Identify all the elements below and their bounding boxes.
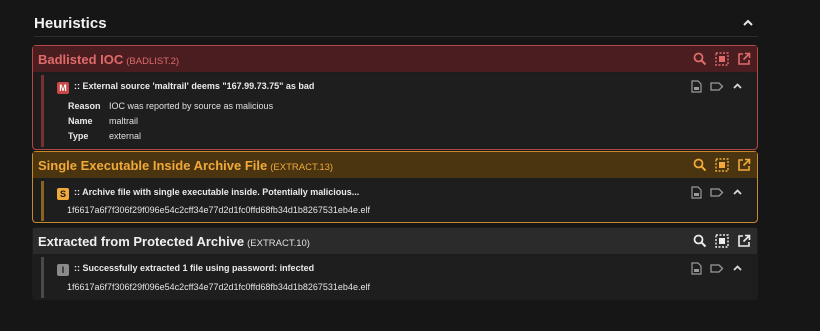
file-icon[interactable] xyxy=(691,262,702,275)
result-text: :: External source 'maltrail' deems "167… xyxy=(74,81,315,91)
chevron-up-icon[interactable] xyxy=(732,186,743,199)
result-line: I:: Successfully extracted 1 file using … xyxy=(57,263,314,276)
open-external-icon[interactable] xyxy=(737,52,751,66)
chevron-up-icon[interactable] xyxy=(732,80,743,93)
select-all-icon[interactable] xyxy=(715,234,729,248)
severity-badge: I xyxy=(57,264,69,276)
section-code: (EXTRACT.13) xyxy=(270,162,334,173)
result-line: S:: Archive file with single executable … xyxy=(57,187,359,200)
result-icons xyxy=(691,186,743,199)
result-stripe xyxy=(41,181,44,221)
field-name: Name maltrail xyxy=(68,116,139,126)
file-icon[interactable] xyxy=(691,80,702,93)
tag-icon[interactable] xyxy=(710,186,724,199)
section-tools xyxy=(693,158,751,173)
result-stripe xyxy=(41,257,44,298)
select-all-icon[interactable] xyxy=(715,158,729,172)
tag-icon[interactable] xyxy=(710,80,724,93)
result-icons xyxy=(691,80,743,93)
heuristics-title: Heuristics xyxy=(34,15,107,32)
chevron-up-icon[interactable] xyxy=(741,16,755,30)
result-item: M:: External source 'maltrail' deems "16… xyxy=(41,75,751,147)
search-icon[interactable] xyxy=(693,158,707,172)
result-icons xyxy=(691,262,743,275)
heuristic-section-protected-archive: Extracted from Protected Archive (EXTRACT… xyxy=(32,227,758,300)
result-item: I:: Successfully extracted 1 file using … xyxy=(41,257,751,298)
section-bar[interactable]: Single Executable Inside Archive File (EX… xyxy=(33,152,757,178)
result-line: M:: External source 'maltrail' deems "16… xyxy=(57,81,314,94)
severity-badge: S xyxy=(57,188,69,200)
search-icon[interactable] xyxy=(693,234,707,248)
section-title: Badlisted IOC (BADLIST.2) xyxy=(38,52,180,67)
heuristics-header: Heuristics xyxy=(34,14,758,37)
result-item: S:: Archive file with single executable … xyxy=(41,181,751,221)
section-tools xyxy=(693,52,751,67)
section-bar[interactable]: Extracted from Protected Archive (EXTRACT… xyxy=(33,228,757,254)
heuristics-panel: Heuristics Badlisted IOC (BADLIST.2) M:: … xyxy=(27,0,765,331)
heuristic-section-badlist: Badlisted IOC (BADLIST.2) M:: External so… xyxy=(32,45,758,150)
section-title: Single Executable Inside Archive File (EX… xyxy=(38,158,334,173)
field-reason: Reason IOC was reported by source as mali… xyxy=(68,101,274,111)
severity-badge: M xyxy=(57,82,69,94)
result-text: :: Archive file with single executable i… xyxy=(74,187,360,197)
section-tools xyxy=(693,234,751,249)
result-stripe xyxy=(41,75,44,147)
section-title: Extracted from Protected Archive (EXTRACT… xyxy=(38,234,310,249)
tag-icon[interactable] xyxy=(710,262,724,275)
file-hash-link[interactable]: 1f6617a6f7f306f29f096e54c2cff34e77d2d1fc… xyxy=(67,205,370,215)
select-all-icon[interactable] xyxy=(715,52,729,66)
chevron-up-icon[interactable] xyxy=(732,262,743,275)
field-type: Type external xyxy=(68,131,142,141)
open-external-icon[interactable] xyxy=(737,234,751,248)
section-code: (BADLIST.2) xyxy=(126,56,180,67)
search-icon[interactable] xyxy=(693,52,707,66)
heuristic-section-single-executable: Single Executable Inside Archive File (EX… xyxy=(32,151,758,223)
section-code: (EXTRACT.10) xyxy=(247,238,310,249)
section-bar[interactable]: Badlisted IOC (BADLIST.2) xyxy=(33,46,757,72)
file-icon[interactable] xyxy=(691,186,702,199)
file-hash-link[interactable]: 1f6617a6f7f306f29f096e54c2cff34e77d2d1fc… xyxy=(67,282,370,292)
result-text: :: Successfully extracted 1 file using p… xyxy=(74,263,315,273)
open-external-icon[interactable] xyxy=(737,158,751,172)
